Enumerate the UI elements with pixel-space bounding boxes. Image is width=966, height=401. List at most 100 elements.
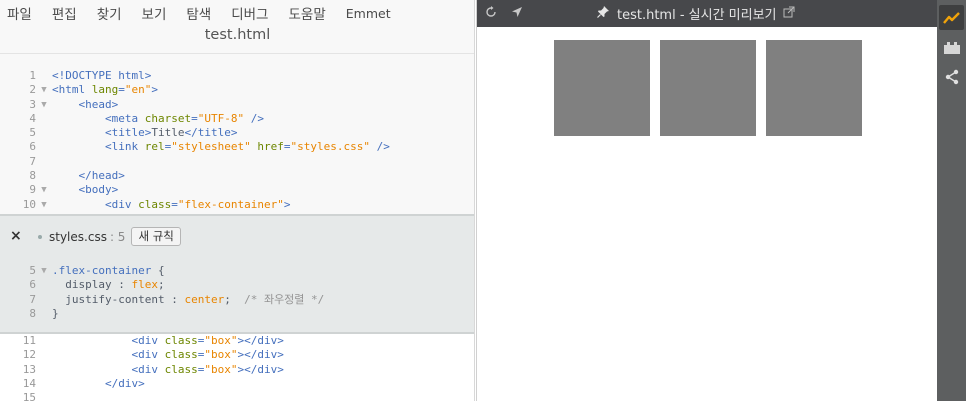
fold-gutter: [36, 363, 52, 377]
code-line[interactable]: 7: [0, 155, 474, 169]
code-editor-bottom[interactable]: 11 <div class="box"></div> 12 <div class=…: [0, 334, 474, 401]
live-preview-icon[interactable]: [939, 5, 964, 30]
inline-editor-header: styles.css : 5 새 규칙: [38, 227, 181, 246]
preview-flex-container: [554, 40, 872, 136]
inline-file-name[interactable]: styles.css: [49, 230, 107, 244]
code-line[interactable]: 8 </head>: [0, 169, 474, 183]
code-line[interactable]: 8}: [0, 307, 474, 321]
external-link-icon[interactable]: [783, 6, 795, 21]
code-editor-top[interactable]: 1 <!DOCTYPE html> 2 ▼ <html lang="en"> 3 ▼ <he…: [0, 69, 474, 214]
fold-gutter: [36, 69, 52, 83]
extension-manager-icon[interactable]: [939, 35, 964, 60]
code-line[interactable]: 15: [0, 391, 474, 401]
code-line[interactable]: 4 <meta charset="UTF-8" />: [0, 111, 474, 126]
share-icon[interactable]: [939, 64, 964, 89]
fold-gutter: [36, 307, 52, 321]
code-token: <meta: [104, 111, 145, 125]
code-line[interactable]: 3 ▼ <head>: [0, 97, 474, 112]
inline-css-editor: × styles.css : 5 새 규칙 5 ▼ .flex-container …: [0, 214, 474, 334]
line-number: 5: [29, 126, 36, 140]
code-text: <div class="flex-container">: [52, 198, 290, 212]
code-text: <div class="box"></div>: [52, 348, 283, 362]
code-token: {: [151, 264, 165, 277]
live-preview-pane: test.html - 실시간 미리보기: [476, 0, 938, 401]
code-token: <body>: [78, 183, 119, 197]
fold-gutter: [36, 112, 52, 126]
code-line[interactable]: 6 display : flex;: [0, 278, 474, 292]
line-number: 14: [22, 376, 36, 390]
code-token: .flex-container: [52, 264, 152, 277]
new-rule-button[interactable]: 새 규칙: [131, 227, 181, 246]
code-line[interactable]: 5 ▼ .flex-container {: [0, 264, 474, 278]
code-line[interactable]: 6 <link rel="stylesheet" href="styles.cs…: [0, 140, 474, 154]
menu-file[interactable]: 파일: [7, 3, 32, 23]
pin-icon[interactable]: [597, 6, 609, 21]
code-token: =: [118, 83, 125, 97]
menu-find[interactable]: 찾기: [97, 3, 122, 23]
code-line[interactable]: 2 ▼ <html lang="en">: [0, 83, 474, 97]
code-line[interactable]: 9 ▼ <body>: [0, 183, 474, 197]
line-number: 8: [29, 169, 36, 183]
code-line[interactable]: 10 ▼ <div class="flex-container">: [0, 197, 474, 212]
preview-box: [554, 40, 650, 136]
code-token: >: [283, 197, 291, 211]
code-text: </head>: [52, 169, 125, 183]
code-token: "flex-container": [177, 197, 284, 211]
menu-edit[interactable]: 편집: [52, 3, 77, 23]
code-text: <!DOCTYPE html>: [52, 69, 151, 83]
menu-view[interactable]: 보기: [142, 3, 167, 23]
fold-gutter: [36, 140, 52, 154]
code-token: class: [164, 334, 198, 347]
code-line[interactable]: 11 <div class="box"></div>: [0, 334, 474, 348]
menu-emmet[interactable]: Emmet: [346, 6, 391, 21]
line-number: 7: [29, 292, 36, 306]
code-text: justify-content : center; /* 좌우정렬 */: [52, 293, 324, 307]
line-number: 6: [29, 278, 36, 292]
code-text: <head>: [52, 97, 119, 112]
fold-gutter: [36, 334, 52, 348]
fold-gutter: [36, 169, 52, 183]
code-token: <head>: [78, 97, 119, 111]
editor-pane: 파일 편집 찾기 보기 탐색 디버그 도움말 Emmet test.html 1…: [0, 0, 475, 401]
code-line[interactable]: 14 </div>: [0, 376, 474, 391]
code-token: >: [151, 83, 158, 97]
code-token: "box": [204, 334, 238, 347]
code-line[interactable]: 5 <title>Title</title>: [0, 126, 474, 140]
inline-code[interactable]: 5 ▼ .flex-container {6 display : flex; 7 ju…: [0, 264, 474, 321]
menu-bar: 파일 편집 찾기 보기 탐색 디버그 도움말 Emmet: [0, 0, 474, 26]
fold-arrow-icon[interactable]: ▼: [36, 98, 52, 112]
menu-navigate[interactable]: 탐색: [186, 3, 211, 23]
fold-gutter: [36, 126, 52, 140]
close-icon[interactable]: ×: [10, 228, 22, 244]
code-line[interactable]: 13 <div class="box"></div>: [0, 363, 474, 377]
menu-help[interactable]: 도움말: [288, 3, 325, 23]
code-text: <body>: [52, 183, 119, 197]
code-text: <title>Title</title>: [52, 126, 237, 140]
line-number: 10: [22, 197, 36, 211]
reload-icon[interactable]: [485, 5, 497, 22]
code-token: justify-content :: [52, 292, 185, 306]
fold-arrow-icon[interactable]: ▼: [36, 264, 52, 278]
fold-arrow-icon[interactable]: ▼: [36, 183, 52, 197]
preview-box: [660, 40, 756, 136]
line-number: 4: [29, 111, 36, 125]
code-line[interactable]: 1 <!DOCTYPE html>: [0, 69, 474, 83]
code-token: />: [369, 140, 390, 154]
fold-arrow-icon[interactable]: ▼: [36, 83, 52, 97]
code-token: "stylesheet": [171, 140, 251, 154]
code-token: ;: [224, 292, 245, 306]
navigate-icon[interactable]: [511, 6, 523, 22]
code-text: </div>: [52, 377, 145, 391]
code-token: display :: [52, 278, 132, 292]
fold-arrow-icon[interactable]: ▼: [36, 198, 52, 212]
code-text: display : flex;: [52, 278, 164, 292]
code-line[interactable]: 12 <div class="box"></div>: [0, 348, 474, 362]
code-line[interactable]: 7 justify-content : center; /* 좌우정렬 */: [0, 292, 474, 307]
menu-debug[interactable]: 디버그: [231, 3, 268, 23]
line-number: 5: [29, 264, 36, 277]
